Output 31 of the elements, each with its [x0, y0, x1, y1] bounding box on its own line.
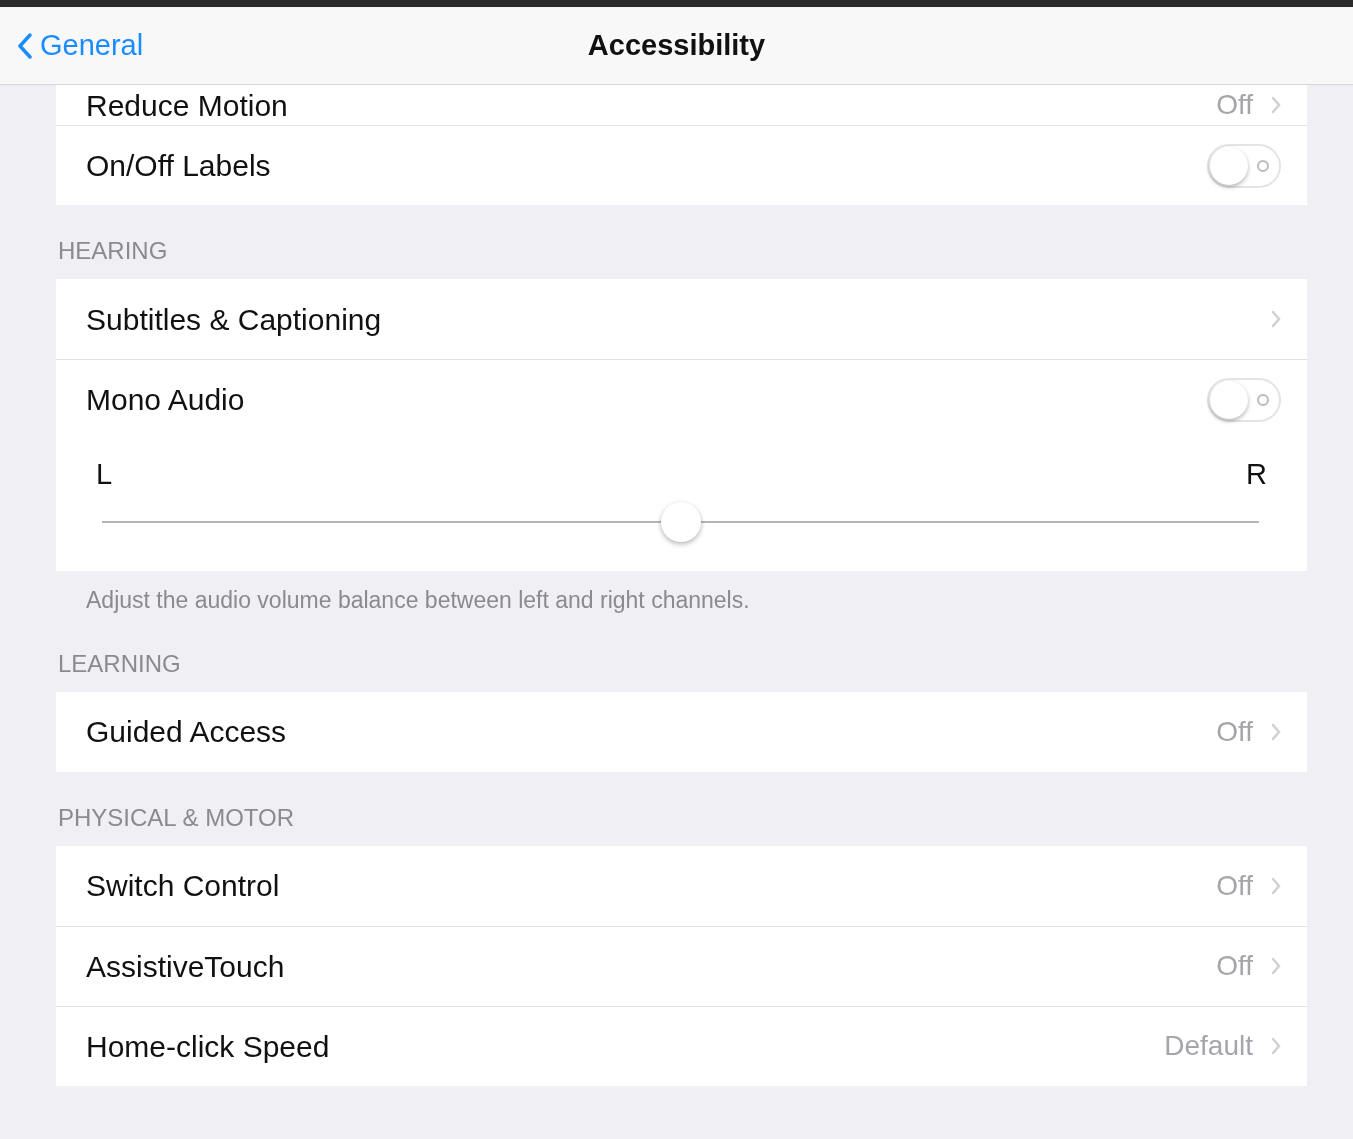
toggle-switch[interactable]	[1207, 377, 1281, 422]
chevron-icon	[1271, 96, 1281, 114]
toggle-switch[interactable]	[1207, 143, 1281, 188]
chevron-icon	[1271, 310, 1281, 328]
row-value: Default	[1164, 1029, 1253, 1063]
row-value: Off	[1216, 949, 1253, 983]
chevron-icon	[1271, 957, 1281, 975]
slider-max-label: R	[1246, 457, 1267, 492]
section-footer: Adjust the audio volume balance between left and right channels.	[56, 571, 1307, 618]
row-label: Reduce Motion	[86, 87, 288, 124]
chevron-icon	[1271, 1037, 1281, 1055]
nav-title: Accessibility	[587, 27, 766, 63]
row-label: Subtitles & Captioning	[86, 301, 382, 338]
row-value: Off	[1216, 88, 1253, 122]
row-label: Mono Audio	[86, 382, 245, 418]
section-header: HEARING	[57, 236, 169, 266]
row-value: Off	[1216, 868, 1253, 903]
row-value: Off	[1216, 714, 1253, 749]
section-header: LEARNING	[57, 648, 182, 679]
chevron-icon	[1271, 876, 1281, 895]
back-button[interactable]: General	[0, 7, 144, 84]
row-label: On/Off Labels	[86, 148, 271, 184]
row-label: AssistiveTouch	[86, 948, 285, 985]
row-label: Guided Access	[86, 714, 287, 750]
section-header: PHYSICAL & MOTOR	[57, 802, 296, 833]
row-label: Home-click Speed	[86, 1028, 330, 1065]
back-chevron-icon	[18, 32, 32, 59]
slider-thumb[interactable]	[660, 501, 701, 542]
chevron-icon	[1271, 722, 1281, 741]
slider-min-label: L	[96, 457, 113, 492]
row-label: Switch Control	[86, 868, 280, 904]
